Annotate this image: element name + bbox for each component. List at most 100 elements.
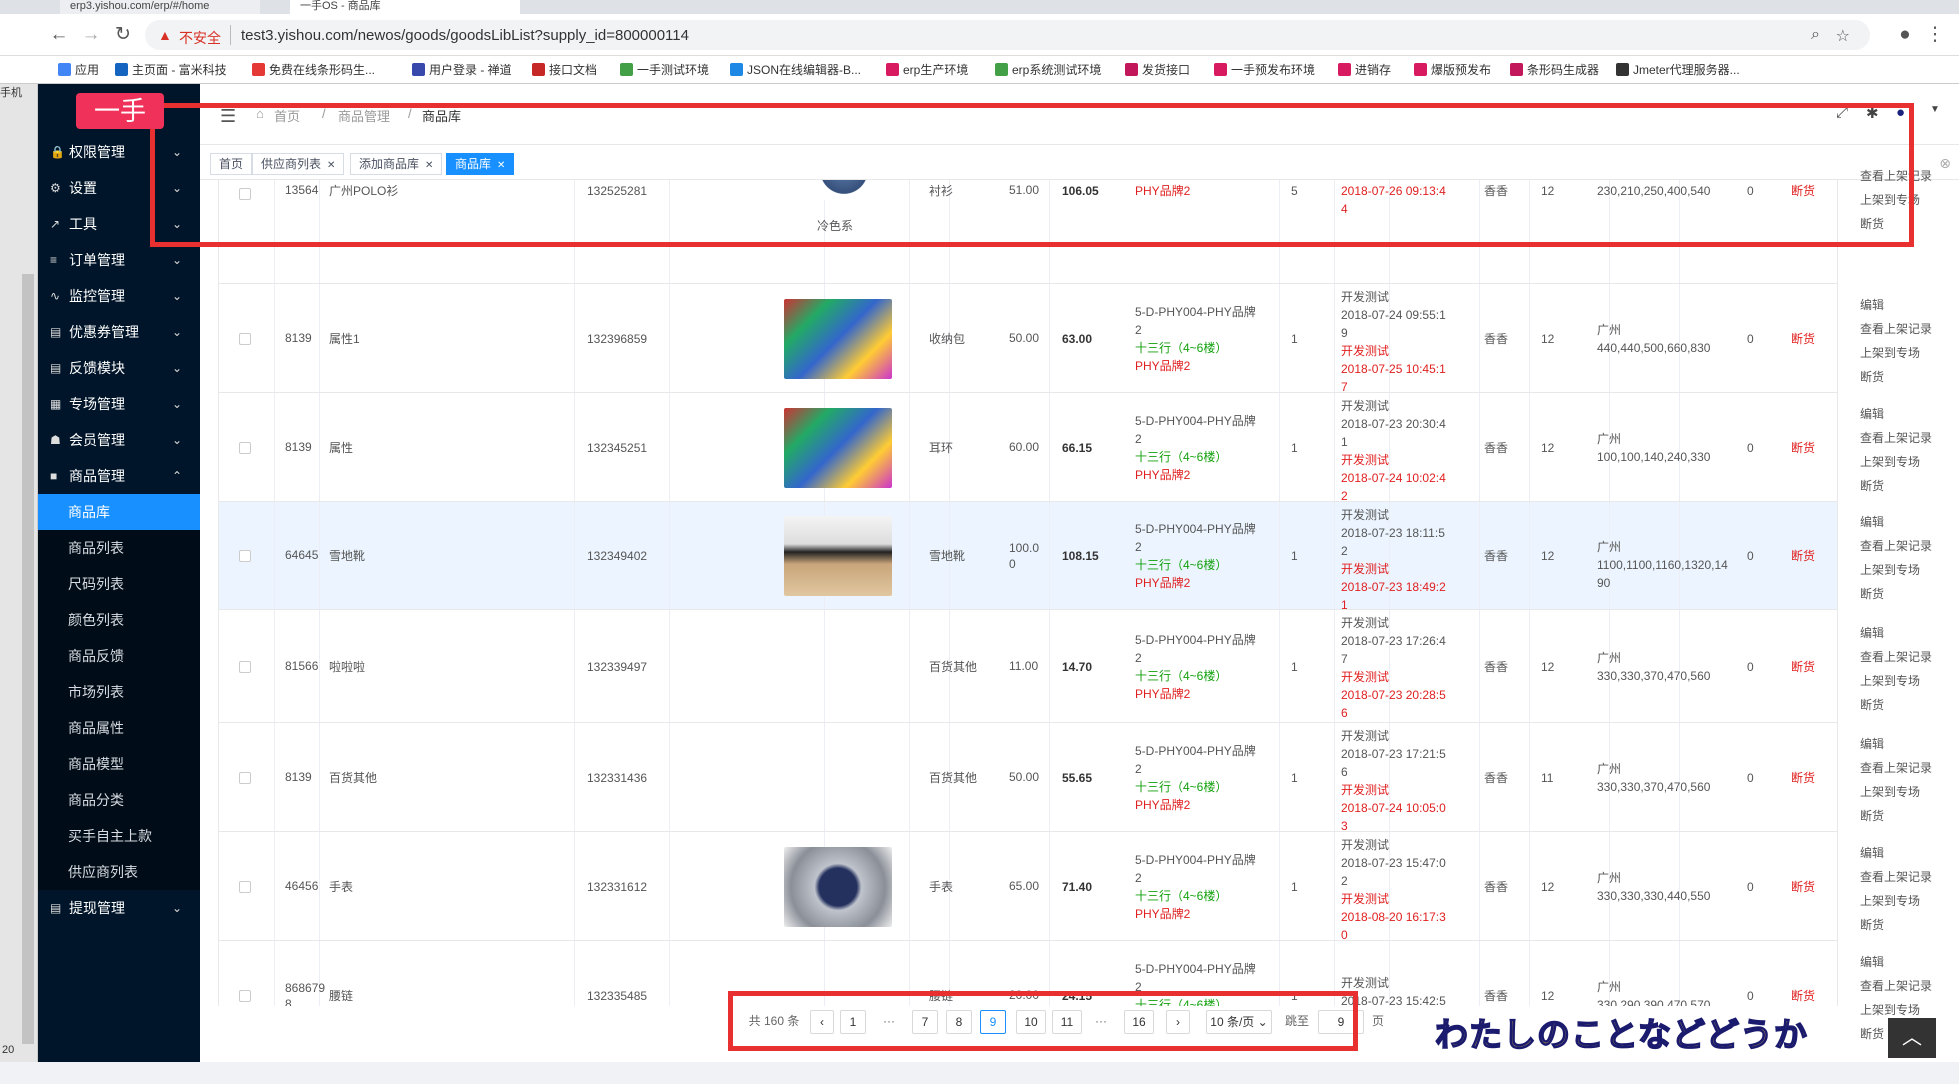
row-checkbox[interactable] — [239, 990, 251, 1002]
table-row[interactable]: 8139 属性 132345251 耳环 60.00 66.15 5-D-PHY004-PH… — [219, 393, 1837, 502]
close-all-tags-icon[interactable]: ⊗ — [1939, 155, 1951, 172]
action-link[interactable]: 上架到专场 — [1860, 341, 1940, 365]
bookmark-item[interactable]: 主页面 - 富米科技 — [115, 62, 227, 78]
record-line: 开发测试 — [1341, 976, 1390, 990]
action-link[interactable]: 查看上架记录 — [1860, 317, 1940, 341]
bookmark-item[interactable]: erp系统测试环境 — [995, 62, 1101, 78]
action-link[interactable]: 查看上架记录 — [1860, 974, 1940, 998]
submenu-item[interactable]: 商品库 — [38, 494, 200, 530]
action-link[interactable]: 断货 — [1860, 693, 1940, 717]
action-link[interactable]: 上架到专场 — [1860, 669, 1940, 693]
sidebar-item-withdraw[interactable]: ▤ 提现管理 ⌄ — [38, 890, 200, 926]
bookmark-item[interactable]: 条形码生成器 — [1510, 62, 1599, 78]
goods-id: 8139 — [285, 769, 312, 784]
table-row[interactable]: 46456 手表 132331612 手表 65.00 71.40 5-D-PHY004-P… — [219, 832, 1837, 941]
action-link[interactable]: 断货 — [1860, 365, 1940, 389]
profile-icon[interactable]: ● — [1892, 22, 1918, 48]
back-icon[interactable]: ← — [46, 22, 72, 48]
table-row[interactable]: 81566 啦啦啦 132339497 百货其他 11.00 14.70 5-D-PHY00… — [219, 610, 1837, 723]
bookmark-item[interactable]: 一手测试环境 — [620, 62, 709, 78]
chevron-down-icon: ⌄ — [171, 433, 182, 447]
forward-icon[interactable]: → — [78, 22, 104, 48]
submenu-item[interactable]: 商品反馈 — [38, 638, 200, 674]
reload-icon[interactable]: ↻ — [110, 22, 136, 48]
action-link[interactable]: 断货 — [1860, 913, 1940, 937]
sidebar-item[interactable]: ▦ 专场管理 ⌄ — [38, 386, 200, 422]
action-link[interactable]: 上架到专场 — [1860, 889, 1940, 913]
bookmark-item[interactable]: 爆版预发布 — [1414, 62, 1491, 78]
menu-icon: ∿ — [50, 289, 61, 303]
bookmark-item[interactable]: 应用 — [58, 62, 99, 78]
action-link[interactable]: 编辑 — [1860, 732, 1940, 756]
action-link[interactable]: 上架到专场 — [1860, 558, 1940, 582]
table-row[interactable]: 64645 雪地靴 132349402 雪地靴 100.0 0 108.15 5-D-PHY… — [219, 502, 1837, 610]
action-link[interactable]: 编辑 — [1860, 621, 1940, 645]
column-divider — [1529, 393, 1530, 501]
submenu-item[interactable]: 买手自主上款 — [38, 818, 200, 854]
submenu-item[interactable]: 供应商列表 — [38, 854, 200, 890]
table-row[interactable]: 8139 属性1 132396859 收纳包 50.00 63.00 5-D-PHY004-… — [219, 284, 1837, 393]
bookmark-item[interactable]: 一手预发布环境 — [1214, 62, 1315, 78]
submenu-item[interactable]: 颜色列表 — [38, 602, 200, 638]
bookmark-item[interactable]: 接口文档 — [532, 62, 597, 78]
sidebar-item[interactable]: ■ 商品管理 ⌃ — [38, 458, 200, 494]
scrollbar[interactable] — [22, 274, 34, 1044]
bookmark-item[interactable]: 发货接口 — [1125, 62, 1190, 78]
row-checkbox[interactable] — [239, 441, 251, 454]
bookmark-item[interactable]: erp生产环境 — [886, 62, 968, 78]
row-checkbox[interactable] — [239, 880, 251, 893]
row-checkbox[interactable] — [239, 660, 251, 673]
browser-menu-icon[interactable]: ⋮ — [1922, 22, 1948, 48]
sidebar-item[interactable]: ▤ 优惠券管理 ⌄ — [38, 314, 200, 350]
size-count: 12 — [1541, 331, 1555, 346]
browser-tab-active[interactable]: 一手OS - 商品库 — [290, 0, 520, 14]
bookmark-label: 进销存 — [1355, 63, 1392, 77]
submenu-item[interactable]: 商品属性 — [38, 710, 200, 746]
action-link[interactable]: 编辑 — [1860, 841, 1940, 865]
chevron-down-icon: ⌄ — [171, 325, 182, 339]
supplier-line: 十三行（4~6楼） — [1135, 449, 1228, 464]
sidebar-item[interactable]: ☗ 会员管理 ⌄ — [38, 422, 200, 458]
bookmark-item[interactable]: JSON在线编辑器-B... — [730, 62, 861, 78]
action-link[interactable]: 编辑 — [1860, 402, 1940, 426]
row-checkbox[interactable] — [239, 332, 251, 345]
browser-tab[interactable]: erp3.yishou.com/erp/#/home — [60, 0, 260, 14]
row-checkbox[interactable] — [239, 771, 251, 784]
action-link[interactable]: 断货 — [1860, 582, 1940, 606]
sidebar-item[interactable]: ∿ 监控管理 ⌄ — [38, 278, 200, 314]
submenu-item[interactable]: 商品模型 — [38, 746, 200, 782]
bookmark-item[interactable]: 用户登录 - 禅道 — [412, 62, 512, 78]
url-field[interactable]: ▲ 不安全 test3.yishou.com/newos/goods/goods… — [145, 20, 1870, 50]
action-link[interactable]: 查看上架记录 — [1860, 534, 1940, 558]
bookmark-item[interactable]: Jmeter代理服务器... — [1616, 62, 1740, 78]
bookmark-item[interactable]: 免费在线条形码生... — [252, 62, 375, 78]
submenu-item[interactable]: 市场列表 — [38, 674, 200, 710]
action-link[interactable]: 断货 — [1860, 474, 1940, 498]
market-info: 广州 330,330,330,440,550 — [1597, 869, 1737, 905]
action-link[interactable]: 断货 — [1860, 804, 1940, 828]
action-link[interactable]: 上架到专场 — [1860, 450, 1940, 474]
sidebar-item[interactable]: ▤ 反馈模块 ⌄ — [38, 350, 200, 386]
submenu-item[interactable]: 商品列表 — [38, 530, 200, 566]
action-link[interactable]: 编辑 — [1860, 510, 1940, 534]
market-line: 广州 — [1597, 761, 1622, 776]
submenu-item[interactable]: 商品分类 — [38, 782, 200, 818]
action-link[interactable]: 查看上架记录 — [1860, 645, 1940, 669]
record-line: 开发测试 — [1341, 453, 1390, 467]
chevron-down-icon[interactable]: ▼ — [1930, 104, 1940, 115]
submenu-item[interactable]: 尺码列表 — [38, 566, 200, 602]
action-link[interactable]: 编辑 — [1860, 293, 1940, 317]
back-to-top-button[interactable]: ︿ — [1888, 1018, 1936, 1058]
supplier-line: 十三行（4~6楼） — [1135, 779, 1228, 794]
table-row[interactable]: 8139 百货其他 132331436 百货其他 50.00 55.65 5-D-PHY00… — [219, 723, 1837, 832]
action-link[interactable]: 查看上架记录 — [1860, 756, 1940, 780]
action-link[interactable]: 查看上架记录 — [1860, 865, 1940, 889]
action-link[interactable]: 上架到专场 — [1860, 780, 1940, 804]
action-link[interactable]: 编辑 — [1860, 950, 1940, 974]
sidebar-item[interactable]: ≡ 订单管理 ⌄ — [38, 242, 200, 278]
star-icon[interactable]: ☆ — [1836, 26, 1850, 46]
zoom-icon[interactable]: ⌕ — [1811, 26, 1820, 44]
action-link[interactable]: 查看上架记录 — [1860, 426, 1940, 450]
bookmark-item[interactable]: 进销存 — [1338, 62, 1391, 78]
row-checkbox[interactable] — [239, 550, 251, 562]
